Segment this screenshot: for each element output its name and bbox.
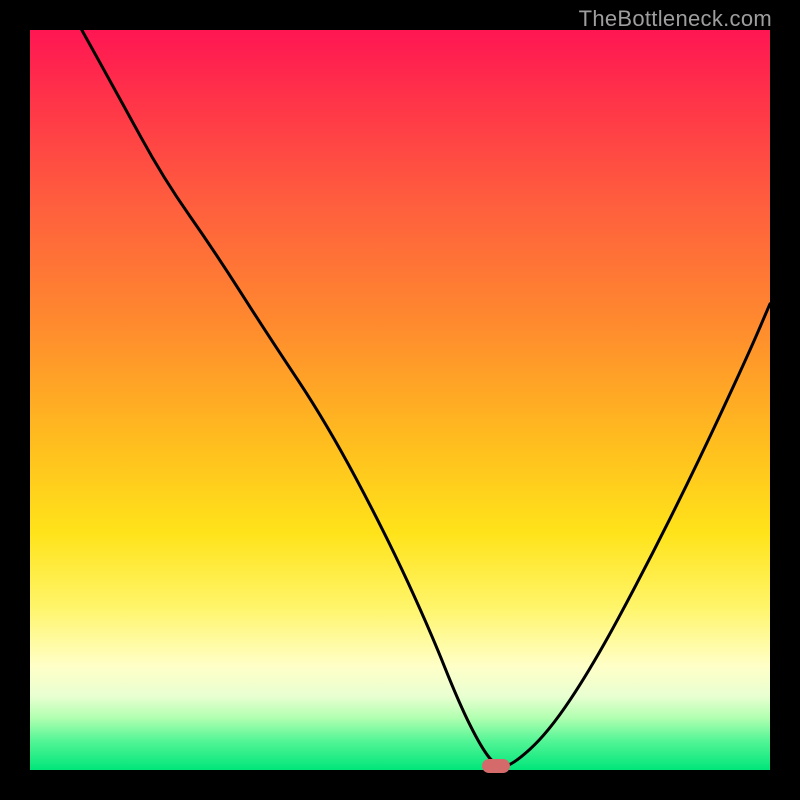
plot-area <box>30 30 770 770</box>
optimal-marker <box>482 759 510 773</box>
watermark-text: TheBottleneck.com <box>579 6 772 32</box>
bottleneck-curve <box>30 30 770 770</box>
chart-frame: TheBottleneck.com <box>0 0 800 800</box>
